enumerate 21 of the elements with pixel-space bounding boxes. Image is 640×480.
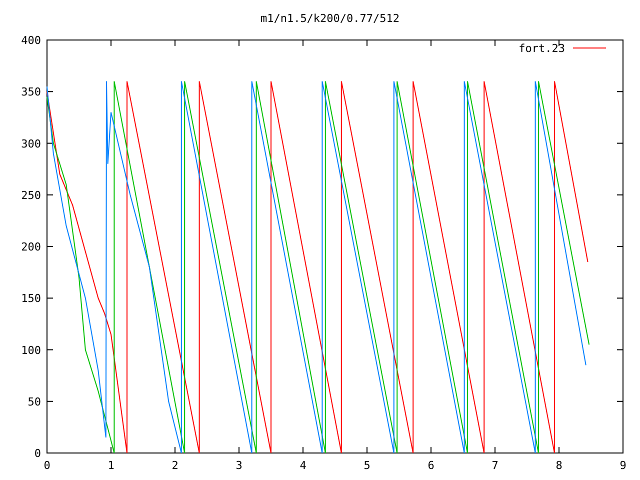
y-tick-label: 300 bbox=[21, 137, 41, 150]
x-tick-label: 7 bbox=[492, 459, 498, 472]
x-tick-label: 0 bbox=[44, 459, 50, 472]
y-tick-label: 400 bbox=[21, 34, 41, 47]
y-tick-label: 100 bbox=[21, 344, 41, 357]
y-tick-label: 350 bbox=[21, 86, 41, 99]
y-tick-label: 50 bbox=[28, 395, 41, 408]
legend-label: fort.23 bbox=[518, 42, 565, 55]
x-tick-label: 3 bbox=[236, 459, 242, 472]
y-tick-label: 150 bbox=[21, 292, 41, 306]
y-tick-label: 200 bbox=[21, 240, 41, 254]
y-tick-label: 0 bbox=[34, 447, 41, 460]
x-tick-label: 5 bbox=[364, 459, 370, 472]
x-tick-label: 9 bbox=[620, 459, 626, 472]
x-tick-label: 4 bbox=[300, 459, 306, 472]
x-tick-label: 1 bbox=[108, 459, 114, 472]
x-tick-label: 6 bbox=[428, 459, 434, 472]
y-tick-label: 250 bbox=[21, 188, 41, 202]
x-tick-label: 2 bbox=[172, 459, 178, 472]
chart-title: m1/n1.5/k200/0.77/512 bbox=[260, 12, 400, 25]
x-tick-label: 8 bbox=[556, 459, 562, 472]
